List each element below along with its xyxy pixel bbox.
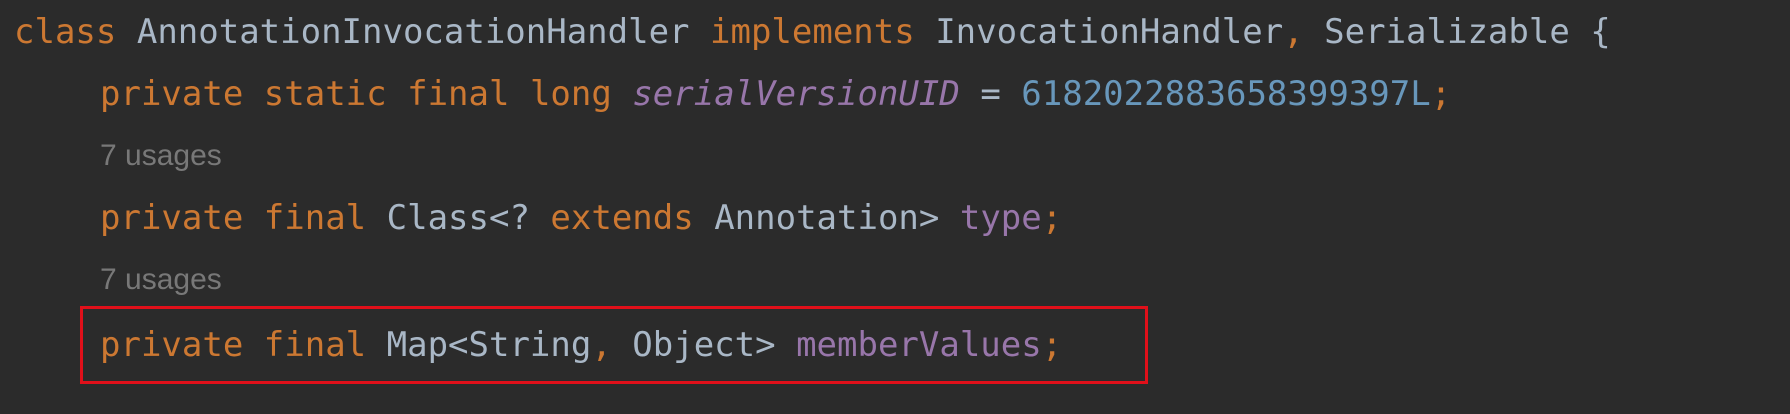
code-editor[interactable]: class AnnotationInvocationHandler implem… (0, 0, 1790, 414)
number-literal: 6182022883658399397L (1021, 74, 1431, 114)
keyword-final: final (407, 74, 510, 114)
equals-sign: = (980, 74, 1001, 114)
interface-invocation-handler[interactable]: InvocationHandler (935, 12, 1283, 52)
keyword-private: private (100, 198, 244, 238)
field-type[interactable]: type (960, 198, 1042, 238)
keyword-implements: implements (710, 12, 915, 52)
field-serial-version-uid[interactable]: serialVersionUID (632, 74, 960, 114)
semicolon: ; (1041, 198, 1063, 238)
keyword-extends: extends (550, 198, 694, 238)
keyword-class: class (14, 12, 117, 52)
comma: , (1283, 12, 1304, 52)
code-line-type-field[interactable]: private final Class<? extends Annotation… (100, 198, 1062, 238)
keyword-static: static (263, 74, 387, 114)
type-annotation[interactable]: Annotation> (714, 198, 939, 238)
code-line-serial-version-uid[interactable]: private static final long serialVersionU… (100, 74, 1451, 114)
code-line-class-declaration[interactable]: class AnnotationInvocationHandler implem… (14, 12, 1611, 52)
interface-serializable[interactable]: Serializable (1324, 12, 1570, 52)
semicolon: ; (1430, 74, 1452, 114)
usages-hint[interactable]: 7 usages (100, 260, 222, 300)
keyword-final: final (263, 198, 367, 238)
highlight-box (80, 306, 1148, 384)
open-brace: { (1590, 12, 1611, 52)
keyword-private: private (100, 74, 244, 114)
type-class-wildcard[interactable]: Class<? (387, 198, 530, 238)
usages-hint[interactable]: 7 usages (100, 136, 222, 176)
class-name[interactable]: AnnotationInvocationHandler (137, 12, 690, 52)
keyword-long: long (529, 74, 612, 114)
